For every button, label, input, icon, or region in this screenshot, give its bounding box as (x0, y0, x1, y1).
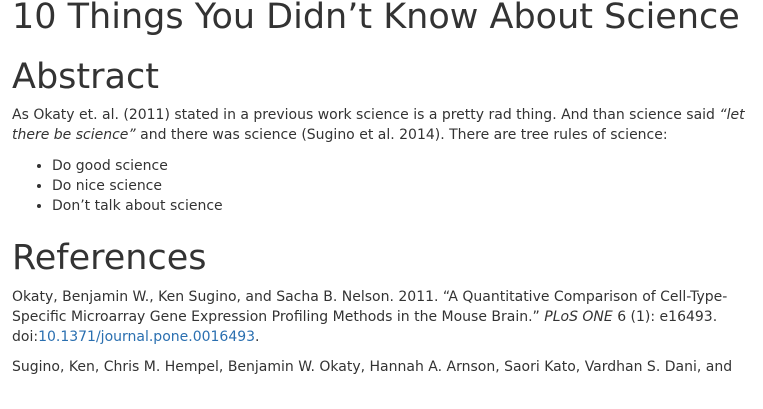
abstract-paragraph: As Okaty et. al. (2011) stated in a prev… (12, 105, 752, 145)
page-title: 10 Things You Didn’t Know About Science (12, 0, 740, 37)
abstract-text-end: and there was science (Sugino et al. 201… (135, 127, 668, 143)
reference-entry: Sugino, Ken, Chris M. Hempel, Benjamin W… (12, 357, 752, 377)
doi-link[interactable]: 10.1371/journal.pone.0016493 (38, 329, 255, 345)
list-item: Do good science (52, 156, 752, 176)
references-heading: References (12, 238, 207, 278)
reference-journal: PLoS ONE (544, 309, 613, 325)
reference-end: . (255, 329, 260, 345)
rules-list: Do good science Do nice science Don’t ta… (12, 156, 752, 216)
list-item: Do nice science (52, 176, 752, 196)
reference-text: Sugino, Ken, Chris M. Hempel, Benjamin W… (12, 359, 733, 375)
document-page: 10 Things You Didn’t Know About Science … (12, 0, 752, 377)
abstract-text-start: As Okaty et. al. (2011) stated in a prev… (12, 107, 720, 123)
list-item: Don’t talk about science (52, 196, 752, 216)
reference-entry: Okaty, Benjamin W., Ken Sugino, and Sach… (12, 287, 752, 347)
abstract-heading: Abstract (12, 57, 159, 97)
